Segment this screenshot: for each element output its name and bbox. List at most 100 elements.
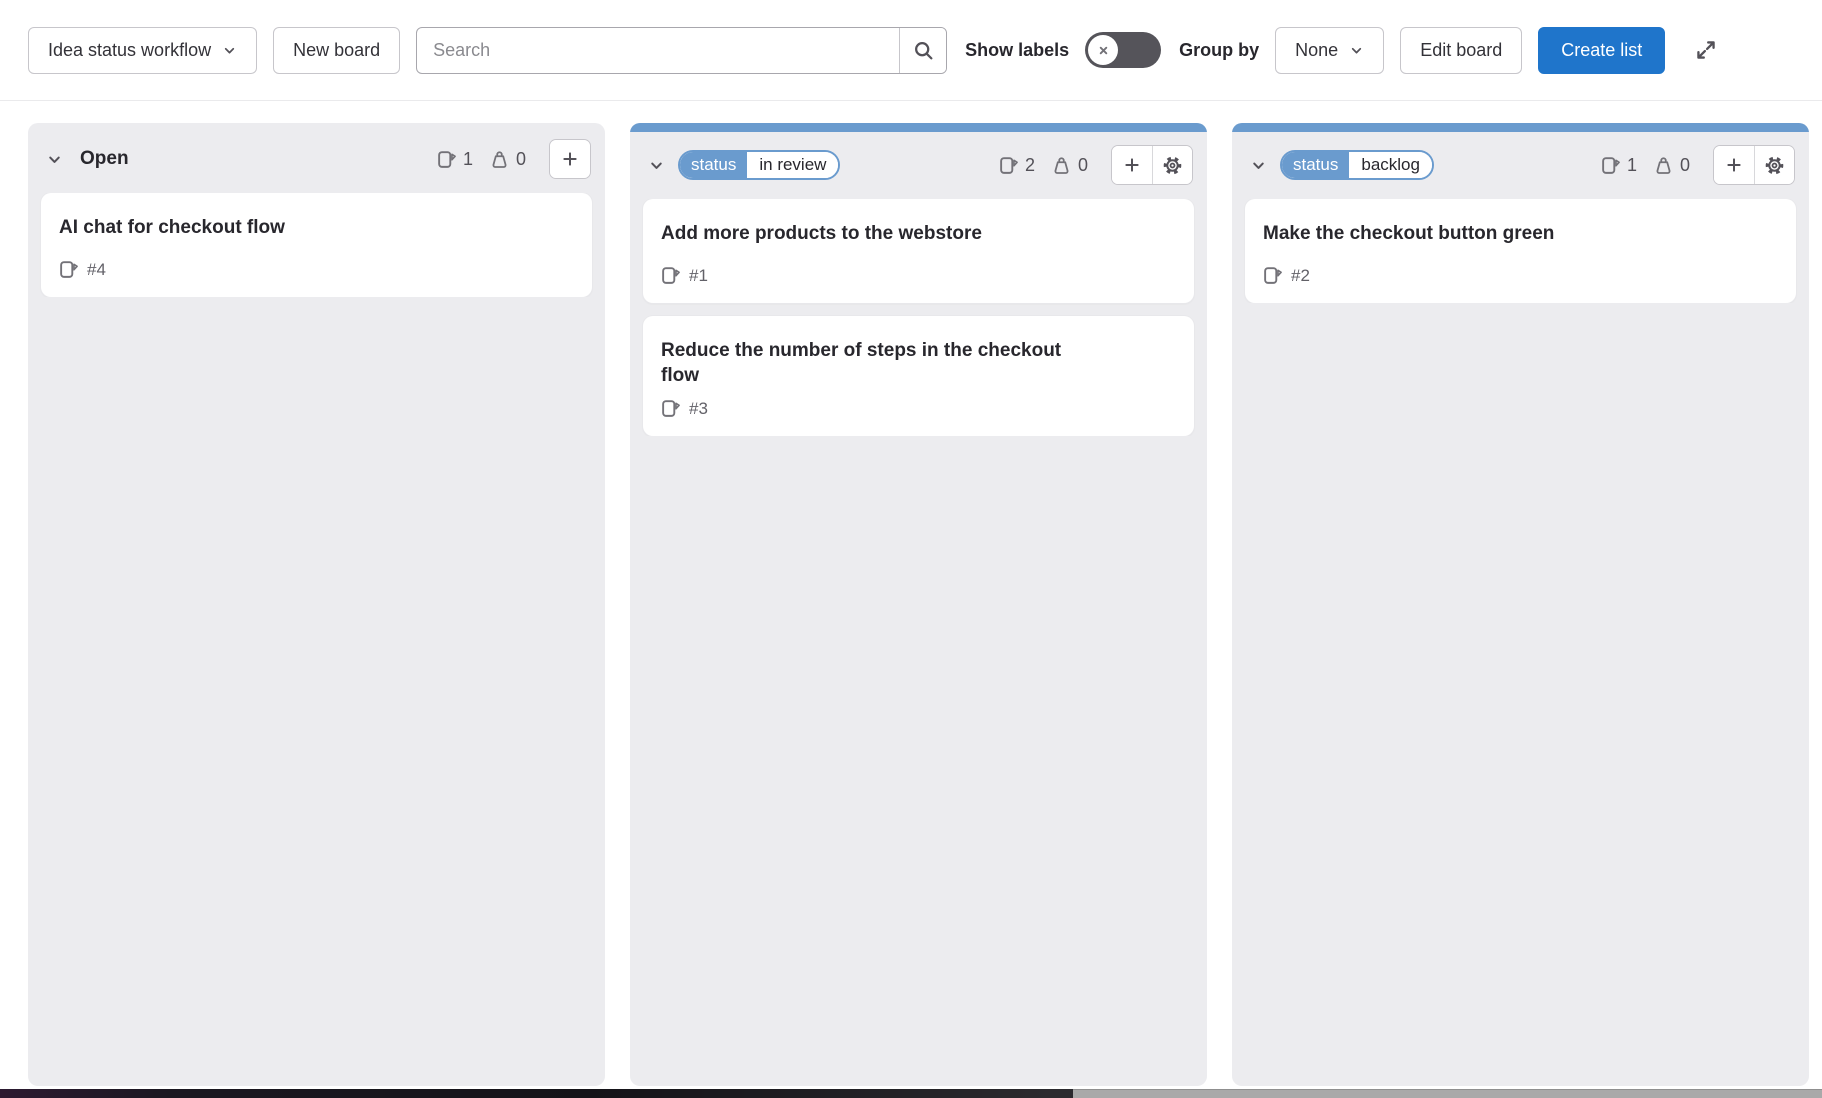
- card-footer: #4: [59, 260, 574, 280]
- issue-card[interactable]: AI chat for checkout flow #4: [41, 193, 592, 297]
- list-settings-button[interactable]: [1754, 146, 1794, 184]
- chevron-down-icon: [648, 157, 665, 174]
- plus-icon: [1725, 156, 1743, 174]
- issue-count-value: 1: [1627, 155, 1637, 176]
- gear-icon: [1163, 156, 1182, 175]
- issue-icon: [437, 150, 456, 169]
- issue-card[interactable]: Add more products to the webstore #1: [643, 199, 1194, 303]
- board-app-window: Idea status workflow New board Show labe…: [0, 0, 1822, 1089]
- gear-icon: [1765, 156, 1784, 175]
- expand-icon: [1695, 39, 1717, 61]
- card-title: AI chat for checkout flow: [59, 215, 574, 241]
- plus-icon: [561, 150, 579, 168]
- issue-card[interactable]: Make the checkout button green #2: [1245, 199, 1796, 303]
- list-actions: [1713, 145, 1795, 185]
- issue-count-value: 1: [463, 149, 473, 170]
- fullscreen-toggle-button[interactable]: [1683, 27, 1729, 73]
- show-labels-label: Show labels: [965, 40, 1069, 61]
- weight-icon: [1052, 156, 1071, 175]
- list-header: status backlog 1 0: [1232, 132, 1809, 199]
- show-labels-toggle[interactable]: [1085, 32, 1161, 68]
- collapse-list-button[interactable]: [1248, 155, 1269, 176]
- search-icon: [913, 40, 934, 61]
- weight-count: 0: [490, 149, 526, 170]
- issue-count-value: 2: [1025, 155, 1035, 176]
- issue-card[interactable]: Reduce the number of steps in the checko…: [643, 316, 1194, 436]
- collapse-list-button[interactable]: [44, 149, 65, 170]
- issue-icon: [1601, 156, 1620, 175]
- card-title: Reduce the number of steps in the checko…: [661, 338, 1091, 389]
- issue-id: #2: [1291, 266, 1310, 286]
- group-by-dropdown[interactable]: None: [1275, 27, 1384, 74]
- issue-id: #1: [689, 266, 708, 286]
- card-title: Make the checkout button green: [1263, 221, 1778, 247]
- chevron-down-icon: [46, 151, 63, 168]
- weight-count: 0: [1052, 155, 1088, 176]
- label-scope: status: [1282, 152, 1349, 178]
- desktop-edge: [0, 1089, 1822, 1098]
- plus-icon: [1123, 156, 1141, 174]
- board-switcher-label: Idea status workflow: [48, 40, 211, 61]
- weight-count-value: 0: [516, 149, 526, 170]
- add-issue-button[interactable]: [1714, 146, 1754, 184]
- weight-icon: [1654, 156, 1673, 175]
- search-input[interactable]: [417, 28, 899, 73]
- weight-icon: [490, 150, 509, 169]
- search-box: [416, 27, 947, 74]
- board-toolbar: Idea status workflow New board Show labe…: [0, 0, 1822, 101]
- label-value: backlog: [1349, 152, 1432, 178]
- create-list-label: Create list: [1561, 40, 1642, 61]
- scoped-label[interactable]: status in review: [678, 150, 840, 180]
- chevron-down-icon: [1250, 157, 1267, 174]
- edit-board-button[interactable]: Edit board: [1400, 27, 1522, 74]
- issue-id: #3: [689, 399, 708, 419]
- issue-icon: [1263, 266, 1282, 285]
- list-settings-button[interactable]: [1152, 146, 1192, 184]
- card-footer: #2: [1263, 266, 1778, 286]
- search-button[interactable]: [899, 28, 946, 73]
- add-issue-button[interactable]: [550, 140, 590, 178]
- issue-count: 1: [437, 149, 473, 170]
- weight-count-value: 0: [1680, 155, 1690, 176]
- list-actions: [549, 139, 591, 179]
- issue-board: Open 1 0 AI chat for checko: [0, 101, 1822, 1089]
- desktop-edge-gray: [1073, 1089, 1822, 1098]
- list-header: Open 1 0: [28, 123, 605, 193]
- weight-count: 0: [1654, 155, 1690, 176]
- list-actions: [1111, 145, 1193, 185]
- list-title: Open: [80, 148, 129, 170]
- toggle-off-x-icon: [1096, 43, 1111, 58]
- create-list-button[interactable]: Create list: [1538, 27, 1665, 74]
- issue-icon: [59, 260, 78, 279]
- new-board-button[interactable]: New board: [273, 27, 400, 74]
- weight-count-value: 0: [1078, 155, 1088, 176]
- list-accent-bar: [1232, 123, 1809, 132]
- card-list: Make the checkout button green #2: [1232, 199, 1809, 303]
- issue-icon: [661, 399, 680, 418]
- edit-board-label: Edit board: [1420, 40, 1502, 61]
- board-list-status-backlog: status backlog 1 0: [1232, 123, 1809, 1086]
- list-accent-bar: [630, 123, 1207, 132]
- issue-id: #4: [87, 260, 106, 280]
- card-footer: #1: [661, 266, 1176, 286]
- board-switcher-dropdown[interactable]: Idea status workflow: [28, 27, 257, 74]
- card-title: Add more products to the webstore: [661, 221, 1176, 247]
- issue-icon: [999, 156, 1018, 175]
- issue-count: 2: [999, 155, 1035, 176]
- list-header: status in review 2 0: [630, 132, 1207, 199]
- card-list: AI chat for checkout flow #4: [28, 193, 605, 297]
- collapse-list-button[interactable]: [646, 155, 667, 176]
- scoped-label[interactable]: status backlog: [1280, 150, 1434, 180]
- toggle-knob: [1088, 35, 1118, 65]
- add-issue-button[interactable]: [1112, 146, 1152, 184]
- chevron-down-icon: [222, 43, 237, 58]
- issue-icon: [661, 266, 680, 285]
- label-scope: status: [680, 152, 747, 178]
- issue-count: 1: [1601, 155, 1637, 176]
- label-value: in review: [747, 152, 838, 178]
- group-by-value: None: [1295, 40, 1338, 61]
- desktop-edge-dark: [0, 1089, 1073, 1098]
- chevron-down-icon: [1349, 43, 1364, 58]
- card-footer: #3: [661, 399, 1176, 419]
- board-list-open: Open 1 0 AI chat for checko: [28, 123, 605, 1086]
